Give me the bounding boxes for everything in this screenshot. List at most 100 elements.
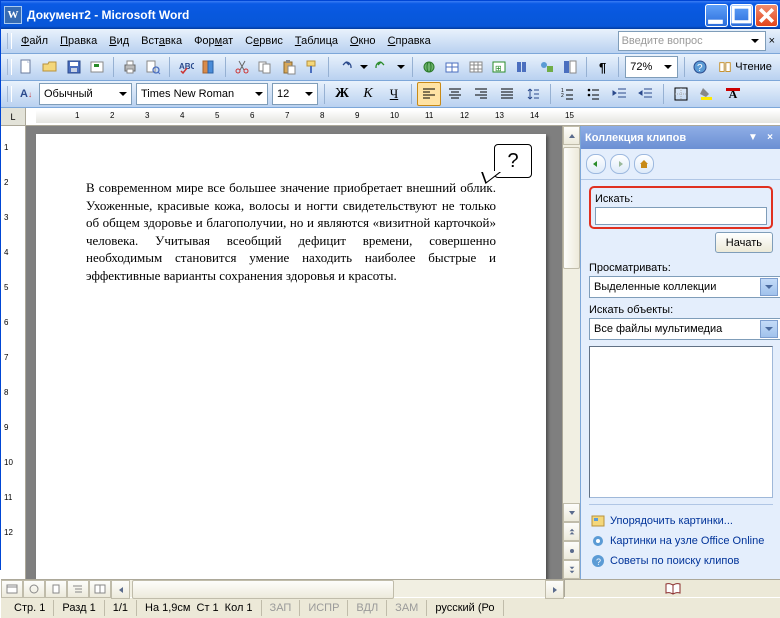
- vertical-scrollbar[interactable]: [562, 126, 580, 579]
- outline-view-button[interactable]: [67, 580, 89, 598]
- vertical-ruler[interactable]: 123456789101112: [1, 126, 26, 579]
- status-trk[interactable]: ИСПР: [300, 600, 348, 616]
- chevron-down-icon[interactable]: [760, 320, 778, 338]
- borders-button[interactable]: [669, 82, 693, 106]
- save-button[interactable]: [63, 55, 85, 79]
- size-combo[interactable]: 12: [272, 83, 318, 105]
- align-right-button[interactable]: [469, 82, 493, 106]
- insert-table-button[interactable]: [465, 55, 487, 79]
- columns-button[interactable]: [512, 55, 534, 79]
- close-button[interactable]: [755, 4, 778, 27]
- web-view-button[interactable]: [23, 580, 45, 598]
- browse-object-button[interactable]: [563, 541, 580, 560]
- toolbar-grip[interactable]: [7, 33, 12, 49]
- hscroll-track[interactable]: [130, 580, 545, 597]
- chevron-down-icon[interactable]: [760, 278, 778, 296]
- help-button[interactable]: ?: [690, 55, 712, 79]
- styles-button[interactable]: A↓: [16, 82, 36, 106]
- scroll-up-button[interactable]: [563, 126, 580, 145]
- menu-edit[interactable]: Правка: [54, 32, 103, 50]
- hyperlink-button[interactable]: [418, 55, 440, 79]
- nav-back-button[interactable]: [586, 154, 606, 174]
- bullets-button[interactable]: [582, 82, 606, 106]
- reading-layout-button[interactable]: Чтение: [713, 55, 777, 79]
- zoom-combo[interactable]: 72%: [625, 56, 677, 78]
- menu-close-x[interactable]: ×: [766, 35, 778, 47]
- chevron-down-icon[interactable]: [662, 59, 675, 75]
- toolbar-grip[interactable]: [7, 86, 12, 102]
- ask-question-box[interactable]: Введите вопрос: [618, 31, 766, 51]
- align-left-button[interactable]: [417, 82, 441, 106]
- browse-select[interactable]: Выделенные коллекции: [589, 276, 780, 298]
- tables-borders-button[interactable]: [442, 55, 464, 79]
- normal-view-button[interactable]: [1, 580, 23, 598]
- spellcheck-button[interactable]: ABC: [175, 55, 197, 79]
- scroll-track[interactable]: [563, 145, 580, 503]
- search-input[interactable]: [595, 207, 767, 225]
- bold-button[interactable]: Ж: [330, 82, 354, 106]
- prev-page-button[interactable]: [563, 522, 580, 541]
- chevron-down-icon[interactable]: [116, 86, 129, 102]
- numbering-button[interactable]: 12: [556, 82, 580, 106]
- style-combo[interactable]: Обычный: [39, 83, 132, 105]
- status-ovr[interactable]: ЗАМ: [387, 600, 427, 616]
- line-spacing-button[interactable]: [521, 82, 545, 106]
- reading-view-button[interactable]: [89, 580, 111, 598]
- menu-tools[interactable]: Сервис: [239, 32, 289, 50]
- task-pane-close[interactable]: ×: [763, 131, 777, 145]
- redo-button[interactable]: [372, 55, 394, 79]
- scroll-down-button[interactable]: [563, 503, 580, 522]
- open-button[interactable]: [39, 55, 61, 79]
- ruler-corner[interactable]: L: [1, 108, 26, 125]
- print-button[interactable]: [119, 55, 141, 79]
- print-preview-button[interactable]: [142, 55, 164, 79]
- status-language[interactable]: русский (Ро: [427, 600, 503, 616]
- chevron-down-icon[interactable]: [749, 33, 762, 49]
- status-rec[interactable]: ЗАП: [262, 600, 301, 616]
- menu-view[interactable]: Вид: [103, 32, 135, 50]
- hscroll-left-button[interactable]: [111, 580, 130, 599]
- font-color-button[interactable]: A: [721, 82, 745, 106]
- align-center-button[interactable]: [443, 82, 467, 106]
- menu-table[interactable]: Таблица: [289, 32, 344, 50]
- increase-indent-button[interactable]: [634, 82, 658, 106]
- copy-button[interactable]: [254, 55, 276, 79]
- minimize-button[interactable]: [705, 4, 728, 27]
- horizontal-ruler[interactable]: /* ticks drawn via small spans below */ …: [26, 108, 780, 125]
- menu-insert[interactable]: Вставка: [135, 32, 188, 50]
- start-search-button[interactable]: Начать: [715, 232, 773, 253]
- format-painter-button[interactable]: [302, 55, 324, 79]
- underline-button[interactable]: Ч: [382, 82, 406, 106]
- search-tips-link[interactable]: ?Советы по поиску клипов: [589, 551, 773, 571]
- menu-format[interactable]: Формат: [188, 32, 239, 50]
- toolbar-grip[interactable]: [7, 59, 12, 75]
- research-button[interactable]: [198, 55, 220, 79]
- decrease-indent-button[interactable]: [608, 82, 632, 106]
- hscroll-thumb[interactable]: [132, 580, 394, 599]
- permissions-button[interactable]: [86, 55, 108, 79]
- nav-home-button[interactable]: [634, 154, 654, 174]
- redo-menu[interactable]: [395, 55, 407, 79]
- nav-forward-button[interactable]: [610, 154, 630, 174]
- hscroll-right-button[interactable]: [545, 580, 564, 599]
- highlight-button[interactable]: [695, 82, 719, 106]
- paste-button[interactable]: [278, 55, 300, 79]
- next-page-button[interactable]: [563, 560, 580, 579]
- chevron-down-icon[interactable]: [252, 86, 265, 102]
- excel-button[interactable]: ⊞: [489, 55, 511, 79]
- new-document-button[interactable]: [16, 55, 38, 79]
- organize-clips-link[interactable]: Упорядочить картинки...: [589, 511, 773, 531]
- maximize-button[interactable]: [730, 4, 753, 27]
- status-ext[interactable]: ВДЛ: [348, 600, 387, 616]
- document-view[interactable]: В современном мире все большее значение …: [26, 126, 562, 579]
- office-online-link[interactable]: Картинки на узле Office Online: [589, 531, 773, 551]
- menu-file[interactable]: Файл: [15, 32, 54, 50]
- objects-select[interactable]: Все файлы мультимедиа: [589, 318, 780, 340]
- task-pane-menu[interactable]: ▼: [746, 131, 760, 145]
- menu-window[interactable]: Окно: [344, 32, 382, 50]
- italic-button[interactable]: К: [356, 82, 380, 106]
- scroll-thumb[interactable]: [563, 147, 580, 269]
- docmap-button[interactable]: [559, 55, 581, 79]
- menu-help[interactable]: Справка: [382, 32, 437, 50]
- document-text[interactable]: В современном мире все большее значение …: [86, 179, 496, 284]
